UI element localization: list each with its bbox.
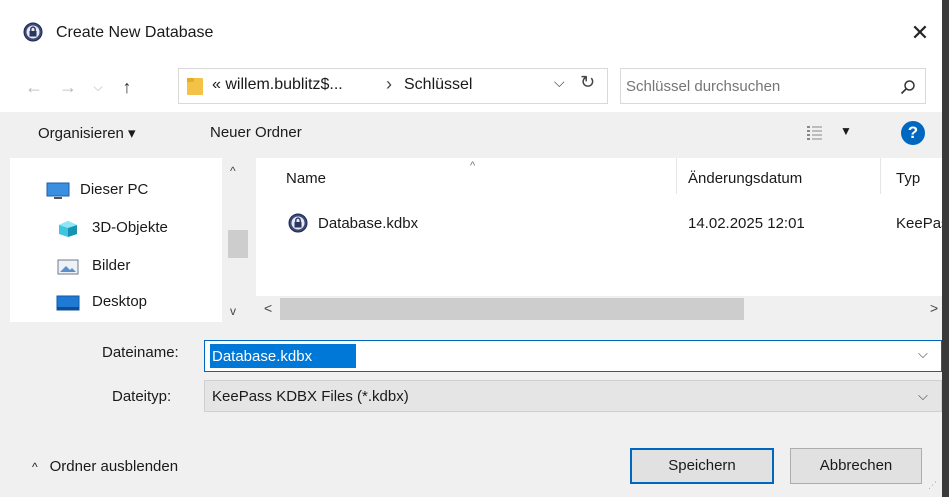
column-header-date[interactable]: Änderungsdatum xyxy=(688,170,802,187)
column-divider[interactable] xyxy=(880,158,881,194)
hide-folders-button[interactable]: ^ Ordner ausblenden xyxy=(32,458,178,475)
help-icon[interactable]: ? xyxy=(901,121,925,145)
sidebar-item-this-pc[interactable]: Dieser PC xyxy=(46,176,236,206)
back-button[interactable]: ← xyxy=(22,72,46,102)
resize-grip-icon[interactable]: ⋰ xyxy=(928,480,937,491)
keepass-file-icon xyxy=(288,213,308,233)
file-row-type[interactable]: KeePass xyxy=(896,215,942,232)
window-edge xyxy=(942,0,949,497)
computer-icon xyxy=(46,182,70,199)
file-row-date[interactable]: 14.02.2025 12:01 xyxy=(688,215,805,232)
sidebar-item-label: Desktop xyxy=(92,293,148,310)
hide-folders-label: Ordner ausblenden xyxy=(49,458,179,475)
horizontal-scroll-thumb[interactable] xyxy=(280,298,744,320)
filename-label: Dateiname: xyxy=(102,344,179,361)
file-row-name[interactable]: Database.kdbx xyxy=(318,215,418,232)
chevron-up-icon: ^ xyxy=(32,460,38,474)
forward-button[interactable]: → xyxy=(56,72,80,102)
pictures-icon xyxy=(57,259,79,275)
scroll-down-icon[interactable]: v xyxy=(230,304,236,318)
cancel-button[interactable]: Abbrechen xyxy=(790,448,922,484)
column-divider[interactable] xyxy=(676,158,677,194)
scroll-up-icon[interactable]: ^ xyxy=(230,164,236,178)
filetype-value[interactable]: KeePass KDBX Files (*.kdbx) xyxy=(212,388,409,405)
column-header-type[interactable]: Typ xyxy=(896,170,920,187)
keepass-lock-icon xyxy=(23,22,43,42)
sort-ascending-icon: ^ xyxy=(470,160,476,172)
sidebar-scroll-thumb[interactable] xyxy=(228,230,248,258)
close-button[interactable]: ✕ xyxy=(905,18,935,48)
scroll-right-icon[interactable]: > xyxy=(930,300,938,316)
filename-input[interactable] xyxy=(210,344,356,368)
window-title: Create New Database xyxy=(56,24,214,41)
sidebar-item-label: Dieser PC xyxy=(80,181,149,198)
address-dropdown-icon[interactable]: ⌵ xyxy=(554,74,565,91)
sidebar-item-pictures[interactable]: Bilder xyxy=(56,252,246,282)
breadcrumb-current[interactable]: Schlüssel xyxy=(404,76,472,94)
recent-locations-button[interactable]: ⌵ xyxy=(88,72,108,102)
view-dropdown-icon[interactable]: ▼ xyxy=(840,124,852,138)
cube-icon xyxy=(59,221,77,237)
up-button[interactable]: ↑ xyxy=(114,72,140,102)
breadcrumb-parent[interactable]: « willem.bublitz$... xyxy=(212,76,343,94)
view-options-icon[interactable] xyxy=(806,124,824,142)
sidebar-item-label: Bilder xyxy=(92,257,131,274)
column-header-name[interactable]: Name xyxy=(286,170,326,187)
organize-button[interactable]: Organisieren ▾ xyxy=(38,124,136,142)
folder-icon xyxy=(187,78,203,95)
desktop-icon xyxy=(56,295,80,311)
chevron-down-icon[interactable]: ⌵ xyxy=(918,346,928,362)
search-input[interactable] xyxy=(626,74,866,98)
search-icon[interactable] xyxy=(900,79,916,95)
save-button[interactable]: Speichern xyxy=(630,448,774,484)
refresh-icon[interactable]: ↻ xyxy=(580,72,595,93)
sidebar-item-3d-objects[interactable]: 3D-Objekte xyxy=(56,214,246,244)
sidebar-item-desktop[interactable]: Desktop xyxy=(56,288,246,318)
sidebar-item-label: 3D-Objekte xyxy=(92,219,168,236)
new-folder-button[interactable]: Neuer Ordner xyxy=(210,124,302,141)
breadcrumb-separator[interactable]: › xyxy=(386,74,392,95)
toolbar xyxy=(0,112,942,158)
chevron-down-icon[interactable]: ⌵ xyxy=(918,388,928,404)
scroll-left-icon[interactable]: < xyxy=(264,300,272,316)
filetype-label: Dateityp: xyxy=(112,388,172,405)
